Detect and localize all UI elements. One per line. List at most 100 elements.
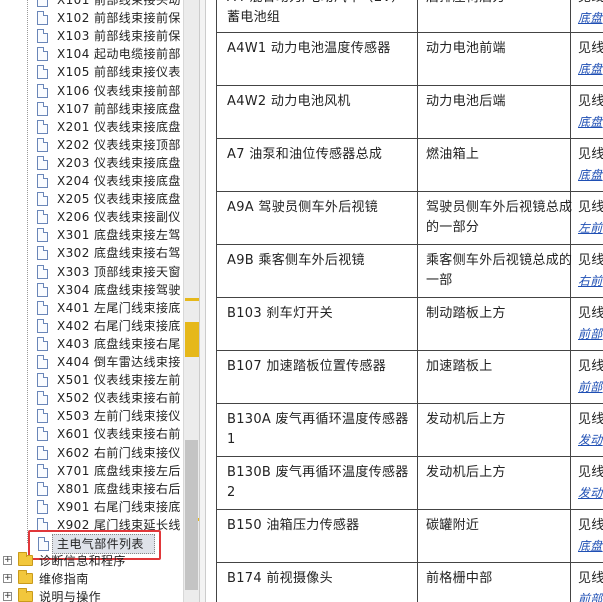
reference-link[interactable]: 发动 (578, 430, 603, 450)
tree-guide-line (27, 0, 28, 543)
reference-text: 见线 (578, 518, 603, 533)
table-row-border (216, 85, 603, 86)
tree-item-label: X203 仪表线束接底盘 (57, 155, 181, 170)
component-name-cell: B103 刹车灯开关 (227, 306, 333, 321)
reference-cell: 见线 右前 (578, 251, 603, 291)
folder-icon (18, 588, 33, 602)
tree-item-label: X202 仪表线束接顶部 (57, 137, 181, 152)
tree-item-label: X104 起动电缆接前部 (57, 47, 181, 62)
tree-item-label: X401 左尾门线束接底 (57, 300, 181, 315)
pane-splitter[interactable] (199, 0, 206, 602)
expand-icon[interactable]: + (3, 574, 12, 583)
reference-text: 见线 (578, 359, 603, 374)
document-icon (37, 445, 48, 460)
tree-item-label: X503 左前门线束接仪 (57, 409, 181, 424)
reference-text: 见线 (578, 571, 603, 586)
tree-item-label: X301 底盘线束接左驾 (57, 228, 181, 243)
expand-icon[interactable]: + (3, 592, 12, 601)
search-hit-marker (185, 298, 199, 301)
reference-text: 见线 (578, 147, 603, 162)
table-column-border (417, 0, 418, 602)
tree-item-label: X106 仪表线束接前部 (57, 83, 181, 98)
reference-cell: 见线 前部 (578, 357, 603, 397)
reference-text: 见线 (578, 41, 603, 56)
document-icon (37, 300, 48, 315)
reference-link[interactable]: 左前 (578, 218, 603, 238)
tree-folder-label: 说明与操作 (39, 590, 102, 602)
reference-cell: 见线底盘 (578, 39, 603, 79)
tree-item-label: X102 前部线束接前保 (57, 11, 181, 26)
component-location-cell: 制动踏板上方 (426, 306, 506, 321)
component-table: A4 混合动力/电动汽车（EV）蓄电池组后排座椅后方见线底盘A4W1 动力电池温… (206, 0, 603, 602)
tree-item-label: X403 底盘线束接右尾 (57, 336, 181, 351)
component-location-cell: 发动机后上方 (426, 465, 506, 480)
document-icon (37, 318, 48, 333)
tree-item-label: X404 倒车雷达线束接 (57, 355, 181, 369)
reference-cell: 见线 左前 (578, 198, 603, 238)
document-icon (37, 155, 48, 170)
reference-cell: 见线底盘 (578, 516, 603, 556)
table-column-border (570, 0, 571, 602)
document-icon (37, 65, 48, 80)
component-name-cell: A4W2 动力电池风机 (227, 94, 351, 109)
tree-item-label: X602 右前门线束接仪 (57, 445, 181, 460)
document-icon (37, 11, 48, 26)
reference-link[interactable]: 前部 (578, 324, 603, 344)
table-row-border (216, 562, 603, 563)
component-name-cell: A7 油泵和油位传感器总成 (227, 147, 383, 162)
document-icon (37, 174, 48, 188)
reference-link[interactable]: 底盘 (578, 165, 603, 185)
document-icon (37, 228, 48, 243)
component-name-cell: B130B 废气再循环温度传感器2 (227, 465, 409, 500)
reference-link[interactable]: 前部 (578, 377, 603, 397)
table-column-border (216, 0, 217, 602)
reference-cell: 见线 前部 (578, 569, 603, 602)
document-icon (37, 336, 48, 351)
table-row-border (216, 403, 603, 404)
folder-icon (18, 552, 33, 566)
document-icon (37, 137, 48, 152)
document-icon (37, 282, 48, 297)
scrollbar-thumb[interactable] (185, 440, 198, 590)
document-icon (37, 47, 48, 62)
expand-icon[interactable]: + (3, 556, 12, 565)
tree-scrollbar[interactable] (183, 0, 199, 602)
tree-folder-label: 维修指南 (39, 572, 89, 586)
reference-link[interactable]: 右前 (578, 271, 603, 291)
table-row-border (216, 297, 603, 298)
reference-link[interactable]: 底盘 (578, 59, 603, 79)
tree-item-label: X101 前部线束接头动 (57, 0, 181, 7)
document-icon (37, 355, 48, 369)
reference-text: 见线 (578, 412, 603, 427)
table-row-border (216, 138, 603, 139)
tree-item-label: 主电气部件列表 (57, 537, 144, 551)
reference-link[interactable]: 底盘 (578, 536, 603, 556)
component-location-cell: 发动机后上方 (426, 412, 506, 427)
reference-link[interactable]: 底盘 (578, 112, 603, 132)
tree-item-label: X502 仪表线束接右前 (57, 391, 181, 406)
component-location-cell: 燃油箱上 (426, 147, 480, 162)
document-icon (37, 481, 48, 496)
document-icon (37, 101, 48, 116)
reference-cell: 见线底盘 (578, 92, 603, 132)
table-row-border (216, 32, 603, 33)
component-location-cell: 动力电池后端 (426, 94, 506, 109)
component-location-cell: 后排座椅后方 (426, 0, 574, 8)
document-icon (37, 409, 48, 424)
component-name-cell: B130A 废气再循环温度传感器1 (227, 412, 409, 447)
reference-link[interactable]: 前部 (578, 589, 603, 602)
tree-item-label: X107 前部线束接底盘 (57, 101, 181, 116)
reference-link[interactable]: 底盘 (578, 8, 603, 28)
reference-link[interactable]: 发动 (578, 483, 603, 503)
table-row-border (216, 509, 603, 510)
document-icon (37, 0, 48, 7)
document-icon (37, 391, 48, 406)
document-icon (37, 210, 48, 225)
reference-cell: 见线底盘 (578, 0, 603, 28)
tree-item-label: X105 前部线束接仪表 (57, 65, 181, 80)
component-location-cell: 驾驶员侧车外后视镜总成的一部分 (426, 200, 573, 235)
component-name-cell: B150 油箱压力传感器 (227, 518, 360, 533)
tree-folder-label: 诊断信息和程序 (39, 554, 126, 568)
table-row-border (216, 191, 603, 192)
component-location-cell: 动力电池前端 (426, 41, 506, 56)
